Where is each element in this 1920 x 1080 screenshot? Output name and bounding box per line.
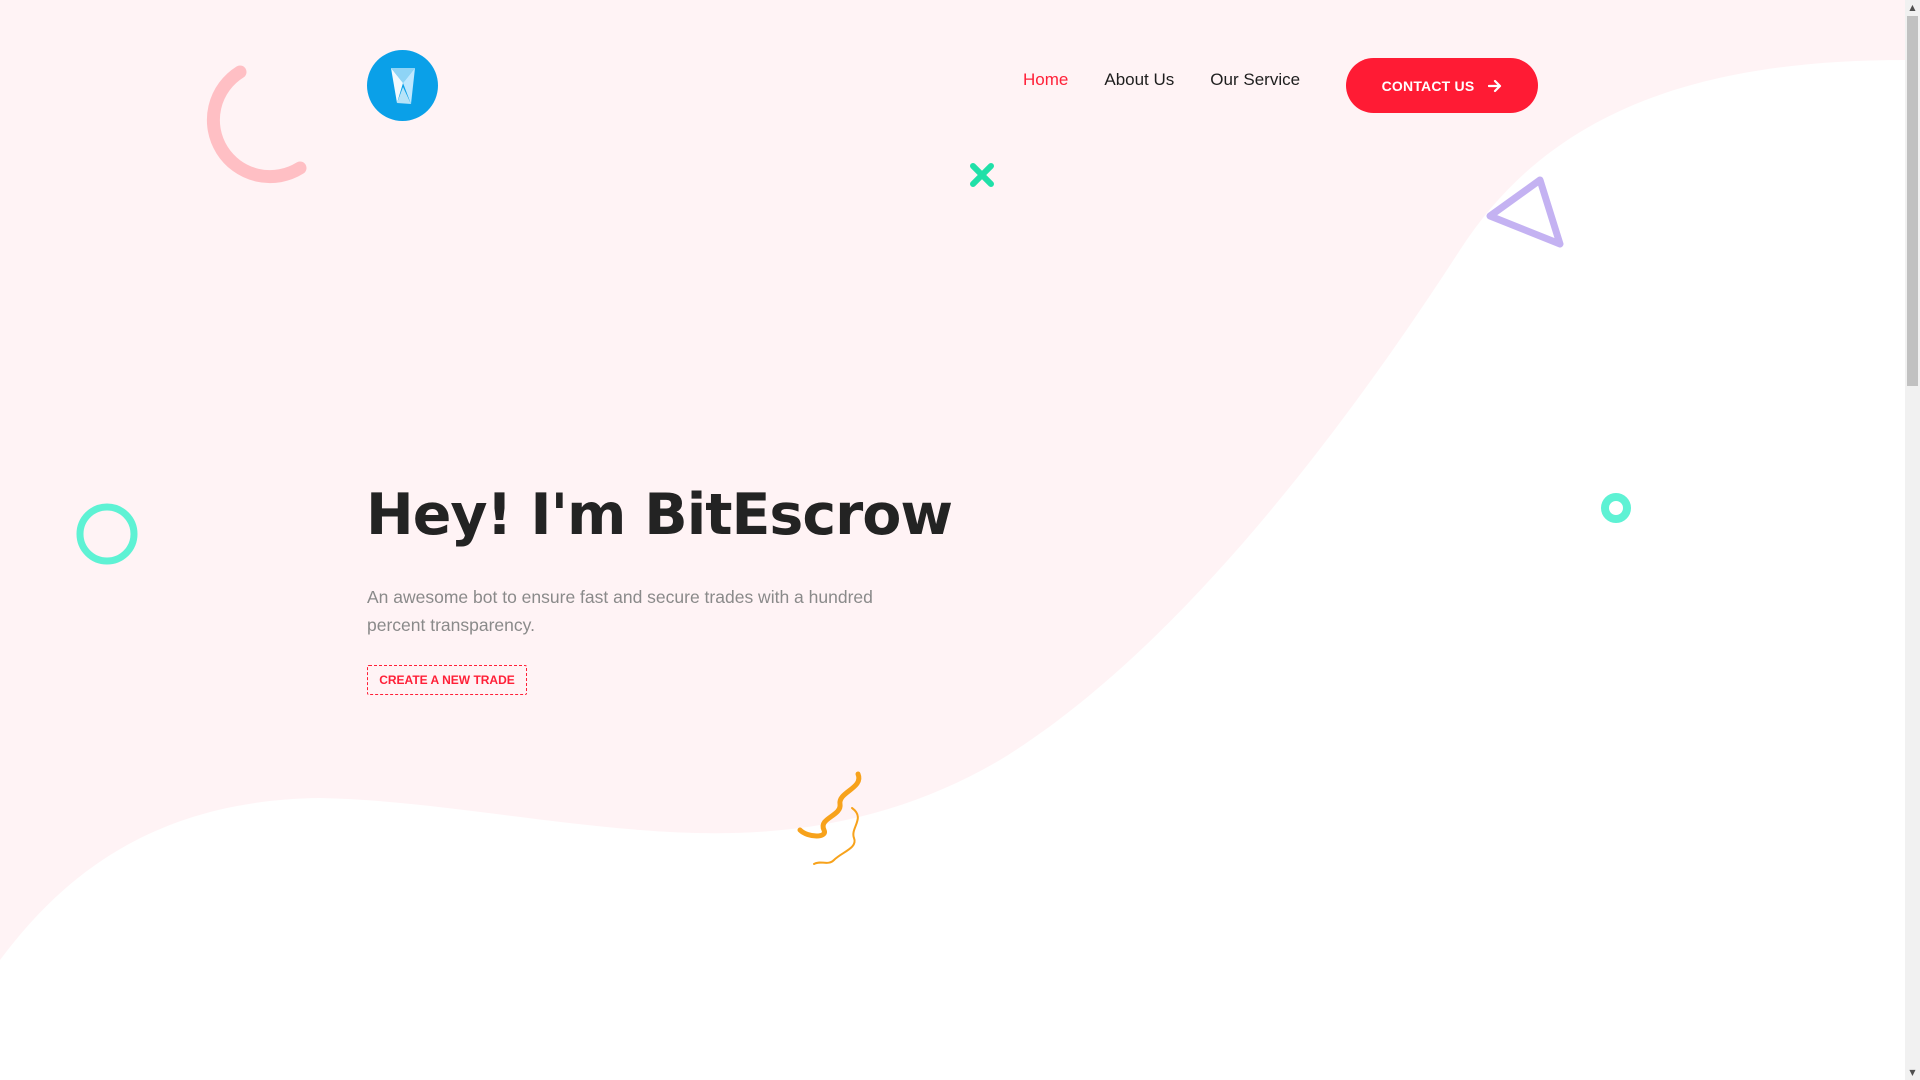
teal-small-ring-shape [1601,493,1631,523]
pink-arc-shape [206,65,307,184]
orange-squiggle-shape [797,771,862,865]
logo[interactable] [367,50,438,121]
purple-triangle-shape [1486,176,1564,248]
scroll-down-arrow-icon[interactable]: ▼ [1905,1065,1920,1080]
green-x-shape [970,163,994,187]
scroll-up-arrow-icon[interactable]: ▲ [1905,0,1920,15]
hero-title: Hey! I'm BitEscrow [366,482,953,548]
teal-ring-shape [76,503,138,565]
contact-us-label: CONTACT US [1381,77,1475,94]
hourglass-x-logo-icon [390,67,415,104]
scrollbar[interactable]: ▲ ▼ [1905,0,1920,1080]
main-nav: Home About Us Our Service [1023,70,1300,90]
hero-description: An awesome bot to ensure fast and secure… [367,587,873,635]
page: Home About Us Our Service CONTACT US Hey… [0,0,1920,1080]
contact-us-button[interactable]: CONTACT US [1346,58,1538,113]
arrow-right-icon [1488,79,1502,92]
nav-about-us-link[interactable]: About Us [1104,70,1174,90]
nav-home-link[interactable]: Home [1023,70,1068,90]
create-new-trade-button[interactable]: CREATE A NEW TRADE [367,665,527,695]
nav-our-service-link[interactable]: Our Service [1210,70,1300,90]
scrollbar-thumb[interactable] [1907,16,1918,386]
